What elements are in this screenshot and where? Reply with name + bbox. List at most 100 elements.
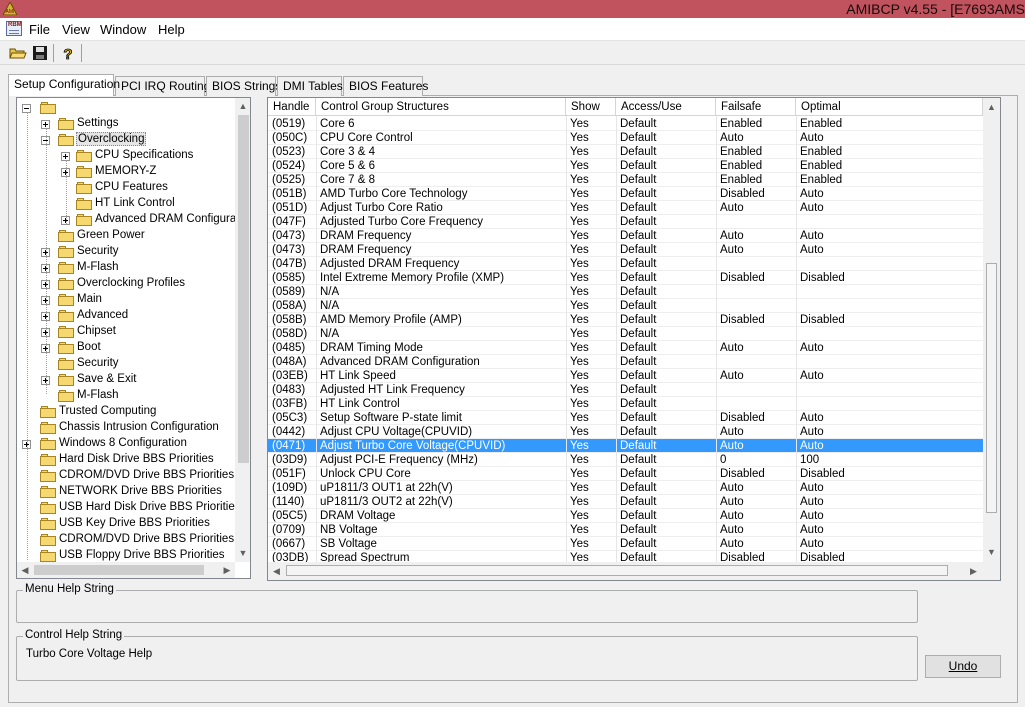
table-row[interactable]: (0471) Adjust Turbo Core Voltage(CPUVID) Y… xyxy=(268,439,983,453)
table-row[interactable]: (0589) N/A Yes Default xyxy=(268,285,983,299)
menu-help[interactable]: Help xyxy=(158,22,185,37)
tree-item[interactable]: Advanced xyxy=(17,308,233,324)
tree-item[interactable]: Chassis Intrusion Configuration xyxy=(17,420,233,436)
tree-vertical-scrollbar[interactable]: ▲ ▼ xyxy=(235,98,250,562)
table-row[interactable]: (051D) Adjust Turbo Core Ratio Yes Default A… xyxy=(268,201,983,215)
table-row[interactable]: (1140) uP1811/3 OUT2 at 22h(V) Yes Default A… xyxy=(268,495,983,509)
tab-setup-configuration[interactable]: Setup Configuration xyxy=(8,74,120,96)
cell-handle: (051F) xyxy=(272,468,306,480)
grid-horizontal-scrollbar[interactable]: ◀ ▶ xyxy=(268,562,1000,580)
table-row[interactable]: (0524) Core 5 & 6 Yes Default Enabled Enabled xyxy=(268,159,983,173)
column-header-control-group[interactable]: Control Group Structures xyxy=(316,98,566,116)
tree-item[interactable]: Green Power xyxy=(17,228,233,244)
column-header-access-use[interactable]: Access/Use xyxy=(616,98,716,116)
table-row[interactable]: (0519) Core 6 Yes Default Enabled Enabled xyxy=(268,117,983,131)
tree-item[interactable]: CDROM/DVD Drive BBS Priorities xyxy=(17,532,234,548)
scroll-left-arrow-icon[interactable]: ◀ xyxy=(268,562,285,580)
column-header-failsafe[interactable]: Failsafe xyxy=(716,98,796,116)
tree-item[interactable]: M-Flash xyxy=(17,388,233,404)
scroll-up-arrow-icon[interactable]: ▲ xyxy=(983,98,1000,116)
column-header-show[interactable]: Show xyxy=(566,98,616,116)
table-row[interactable]: (058B) AMD Memory Profile (AMP) Yes Default… xyxy=(268,313,983,327)
tree-item[interactable]: NETWORK Drive BBS Priorities xyxy=(17,484,233,500)
tree-item[interactable]: Security xyxy=(17,244,233,260)
table-row[interactable]: (0483) Adjusted HT Link Frequency Yes Defau… xyxy=(268,383,983,397)
column-header-optimal[interactable]: Optimal xyxy=(796,98,983,116)
scroll-left-arrow-icon[interactable]: ◀ xyxy=(17,562,33,578)
tree-item[interactable]: Overclocking Profiles xyxy=(17,276,233,292)
tab-dmi-tables[interactable]: DMI Tables xyxy=(277,76,343,96)
grid-vertical-scrollbar[interactable]: ▲ ▼ xyxy=(983,98,1000,562)
tree-horizontal-scrollbar[interactable]: ◀ ▶ xyxy=(17,562,235,578)
table-row[interactable]: (0485) DRAM Timing Mode Yes Default Auto Auto xyxy=(268,341,983,355)
tree-hscroll-thumb[interactable] xyxy=(34,565,204,575)
tree-item[interactable]: CDROM/DVD Drive BBS Priorities xyxy=(17,468,234,484)
table-row[interactable]: (0523) Core 3 & 4 Yes Default Enabled Enabled xyxy=(268,145,983,159)
table-row[interactable]: (05C3) Setup Software P-state limit Yes Def… xyxy=(268,411,983,425)
tree-scroll-thumb[interactable] xyxy=(238,115,249,463)
save-disk-icon[interactable] xyxy=(30,43,50,63)
scroll-up-arrow-icon[interactable]: ▲ xyxy=(235,98,250,114)
tree-item[interactable]: Settings xyxy=(17,116,233,132)
tree-item[interactable]: Overclocking xyxy=(17,132,233,148)
tree-item[interactable]: Security xyxy=(17,356,233,372)
table-row[interactable]: (047F) Adjusted Turbo Core Frequency Yes De… xyxy=(268,215,983,229)
cell-access-use: Default xyxy=(620,468,657,480)
table-row[interactable]: (058A) N/A Yes Default xyxy=(268,299,983,313)
table-row[interactable]: (0473) DRAM Frequency Yes Default Auto Auto xyxy=(268,229,983,243)
table-row[interactable]: (058D) N/A Yes Default xyxy=(268,327,983,341)
table-row[interactable]: (03EB) HT Link Speed Yes Default Auto Auto xyxy=(268,369,983,383)
tree-item[interactable]: Save & Exit xyxy=(17,372,233,388)
setup-tree[interactable]: Settings Overclocking CPU Specifications ME… xyxy=(16,97,251,579)
tree-item[interactable]: Hard Disk Drive BBS Priorities xyxy=(17,452,233,468)
tab-bios-features[interactable]: BIOS Features xyxy=(343,76,428,96)
scroll-right-arrow-icon[interactable]: ▶ xyxy=(219,562,235,578)
tree-item[interactable]: Chipset xyxy=(17,324,233,340)
tree-item[interactable]: HT Link Control xyxy=(17,196,233,212)
table-row[interactable]: (0442) Adjust CPU Voltage(CPUVID) Yes Defau… xyxy=(268,425,983,439)
tree-item[interactable]: M-Flash xyxy=(17,260,233,276)
menu-window[interactable]: Window xyxy=(100,22,146,37)
table-row[interactable]: (050C) CPU Core Control Yes Default Auto Auto xyxy=(268,131,983,145)
tree-item[interactable]: CPU Features xyxy=(17,180,233,196)
tree-item[interactable]: Windows 8 Configuration xyxy=(17,436,233,452)
tree-item[interactable]: USB Key Drive BBS Priorities xyxy=(17,516,233,532)
table-row[interactable]: (03FB) HT Link Control Yes Default xyxy=(268,397,983,411)
table-row[interactable]: (05C5) DRAM Voltage Yes Default Auto Auto xyxy=(268,509,983,523)
table-row[interactable]: (0709) NB Voltage Yes Default Auto Auto xyxy=(268,523,983,537)
table-row[interactable]: (0525) Core 7 & 8 Yes Default Enabled Enabled xyxy=(268,173,983,187)
tree-item[interactable]: Boot xyxy=(17,340,233,356)
table-row[interactable]: (048A) Advanced DRAM Configuration Yes Defa… xyxy=(268,355,983,369)
tab-bios-strings[interactable]: BIOS Strings xyxy=(206,76,281,96)
tree-item[interactable]: Main xyxy=(17,292,233,308)
table-row[interactable]: (109D) uP1811/3 OUT1 at 22h(V) Yes Default A… xyxy=(268,481,983,495)
tab-pci-irq-routing[interactable]: PCI IRQ Routing xyxy=(115,76,210,96)
tree-item[interactable]: CPU Specifications xyxy=(17,148,233,164)
system-menu-icon[interactable]: RBM xyxy=(6,21,22,36)
table-row[interactable]: (051B) AMD Turbo Core Technology Yes Defaul… xyxy=(268,187,983,201)
scroll-down-arrow-icon[interactable]: ▼ xyxy=(983,544,1000,561)
grid-scroll-thumb[interactable] xyxy=(986,263,997,513)
tree-item[interactable]: Advanced DRAM Configuratio xyxy=(17,212,248,228)
table-row[interactable]: (03D9) Adjust PCI-E Frequency (MHz) Yes Def… xyxy=(268,453,983,467)
table-row[interactable]: (047B) Adjusted DRAM Frequency Yes Default xyxy=(268,257,983,271)
table-row[interactable]: (051F) Unlock CPU Core Yes Default Disabled D… xyxy=(268,467,983,481)
tree-item[interactable] xyxy=(17,100,233,116)
scroll-right-arrow-icon[interactable]: ▶ xyxy=(965,562,982,580)
open-folder-icon[interactable] xyxy=(8,43,28,63)
table-row[interactable]: (0667) SB Voltage Yes Default Auto Auto xyxy=(268,537,983,551)
cell-handle: (058D) xyxy=(272,328,308,340)
table-row[interactable]: (0585) Intel Extreme Memory Profile (XMP)… xyxy=(268,271,983,285)
menu-file[interactable]: File xyxy=(29,22,50,37)
tree-item[interactable]: MEMORY-Z xyxy=(17,164,233,180)
menu-view[interactable]: View xyxy=(62,22,90,37)
column-header-handle[interactable]: Handle xyxy=(268,98,316,116)
control-grid[interactable]: Handle Control Group Structures Show Acc… xyxy=(267,97,1001,581)
tree-item[interactable]: USB Hard Disk Drive BBS Priorities xyxy=(17,500,240,516)
table-row[interactable]: (0473) DRAM Frequency Yes Default Auto Auto xyxy=(268,243,983,257)
help-icon[interactable]: ? xyxy=(58,43,78,63)
grid-hscroll-thumb[interactable] xyxy=(286,565,948,576)
undo-button[interactable]: Undo xyxy=(925,655,1001,678)
tree-item[interactable]: Trusted Computing xyxy=(17,404,233,420)
scroll-down-arrow-icon[interactable]: ▼ xyxy=(235,545,250,561)
